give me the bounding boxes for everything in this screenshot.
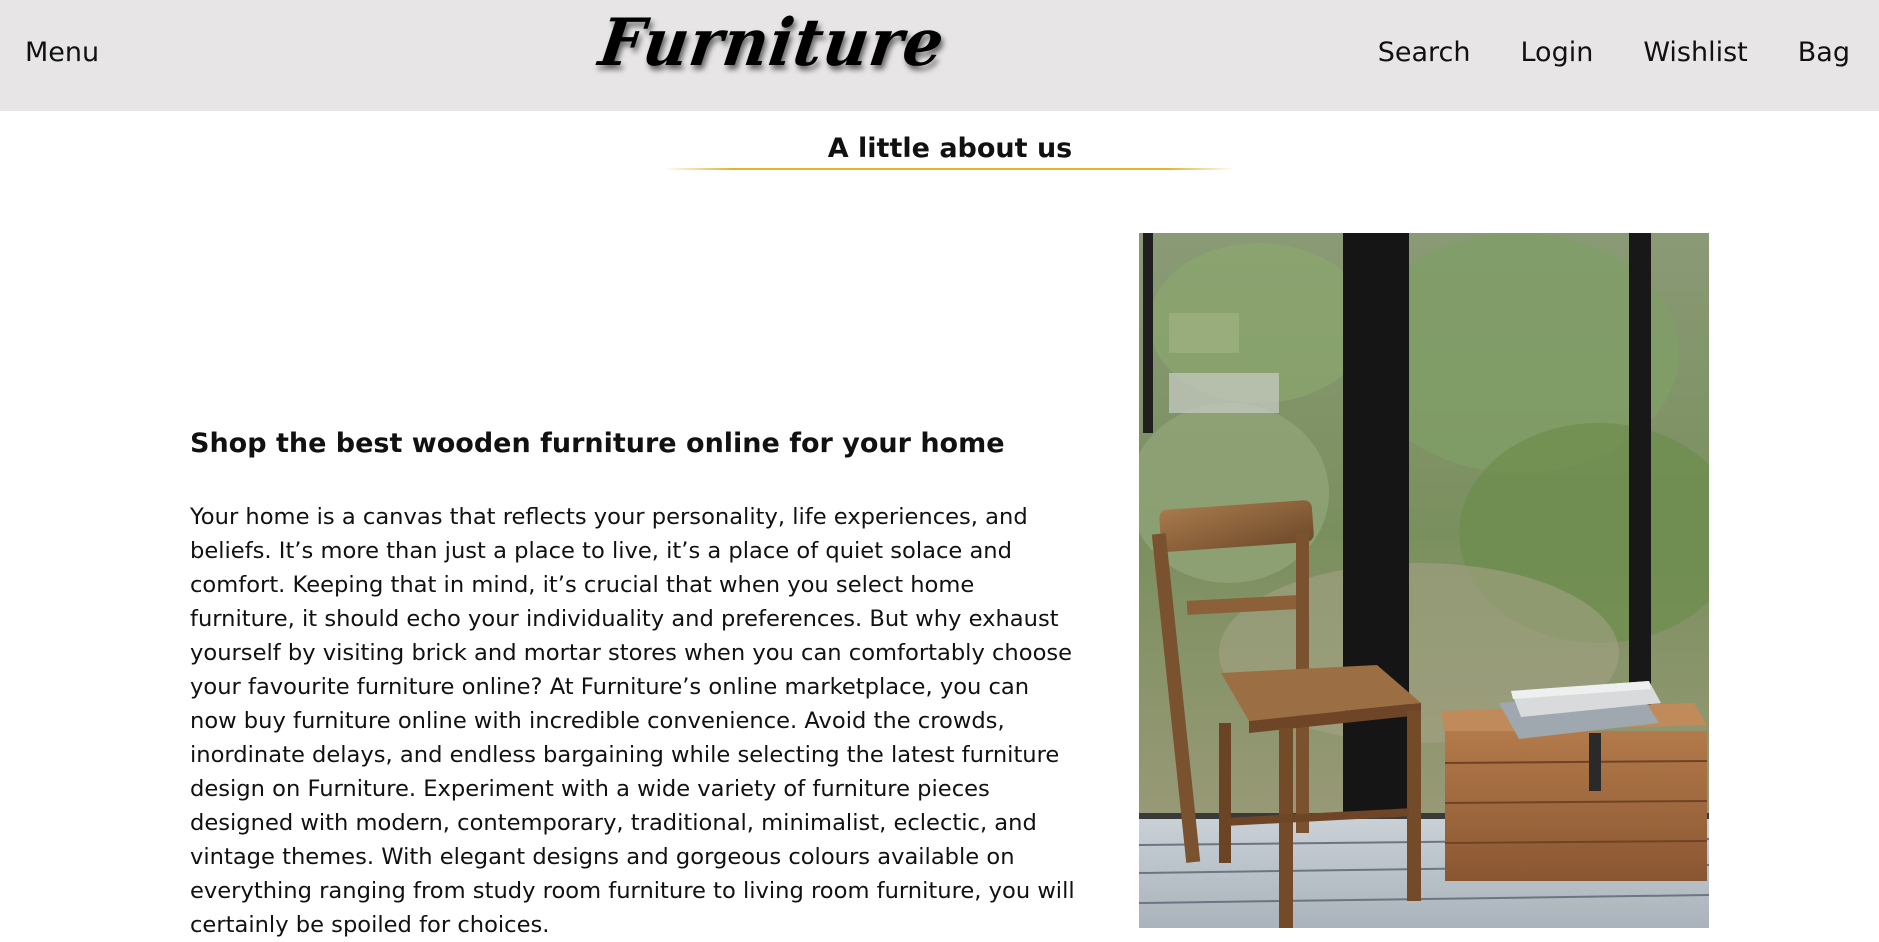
nav-login-link[interactable]: Login: [1520, 37, 1593, 68]
menu-link[interactable]: Menu: [25, 37, 99, 68]
section-title: A little about us: [827, 133, 1073, 164]
content-heading: Shop the best wooden furniture online fo…: [190, 428, 1005, 459]
header-nav: Search Login Wishlist Bag: [1378, 37, 1850, 68]
nav-bag-link[interactable]: Bag: [1798, 37, 1850, 68]
nav-search-link[interactable]: Search: [1378, 37, 1471, 68]
content-body: Your home is a canvas that reflects your…: [190, 504, 1075, 938]
nav-wishlist-link[interactable]: Wishlist: [1643, 37, 1747, 68]
site-header: Menu Furniture Search Login Wishlist Bag: [0, 0, 1879, 111]
title-underline: [664, 168, 1235, 170]
chair-photo: [1139, 233, 1709, 928]
site-logo[interactable]: Furniture: [595, 4, 950, 81]
